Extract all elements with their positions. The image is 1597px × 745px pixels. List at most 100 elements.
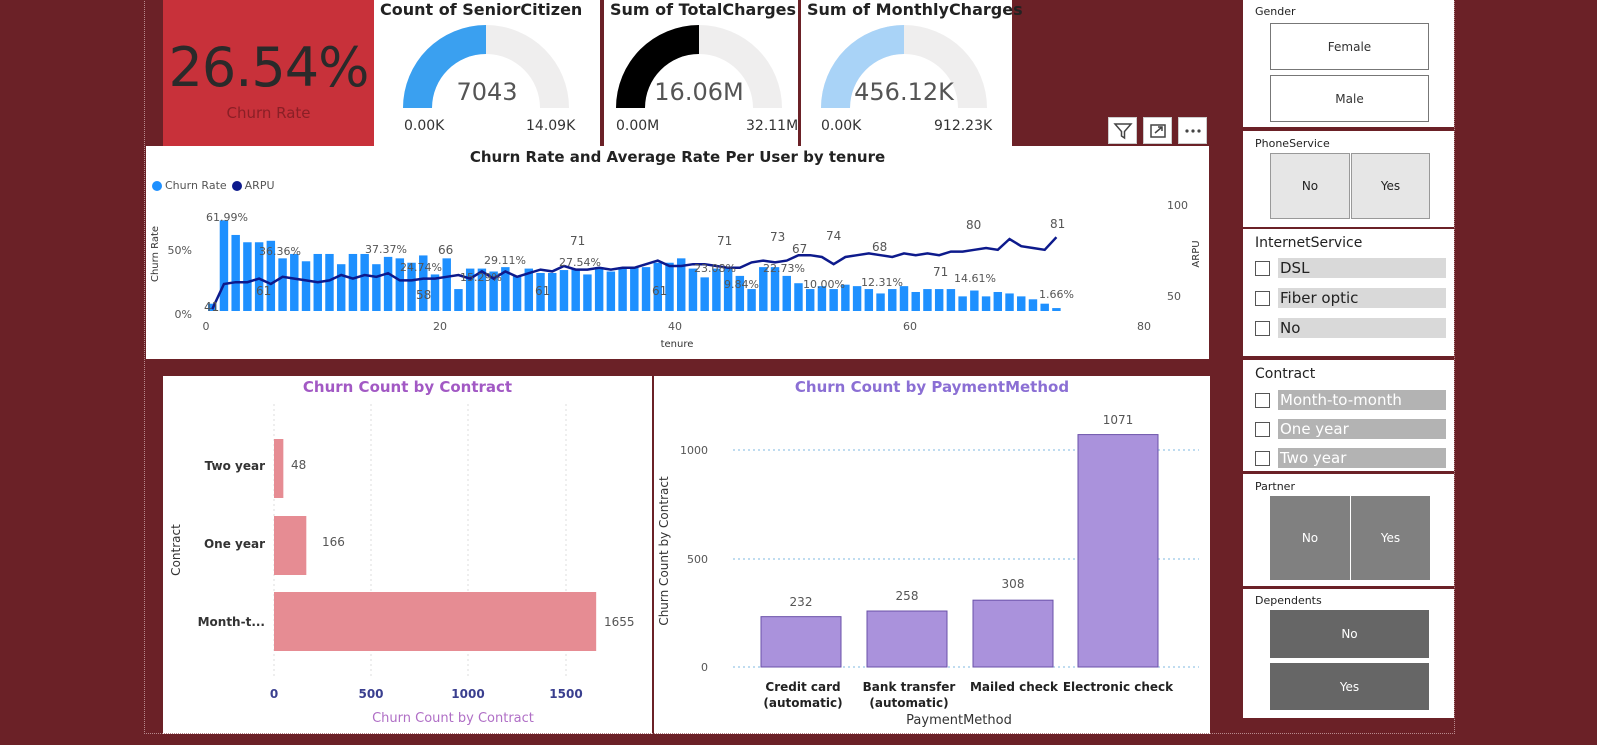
- churn-rate-bar[interactable]: [981, 296, 991, 311]
- internet-option-no[interactable]: No: [1255, 318, 1446, 338]
- x-tick: 1500: [549, 687, 582, 701]
- churn-rate-bar[interactable]: [794, 283, 803, 311]
- contract-bar[interactable]: [274, 439, 284, 498]
- churn-rate-bar[interactable]: [594, 267, 604, 311]
- churn-rate-bar[interactable]: [911, 291, 920, 311]
- bar-label: 14.61%: [954, 272, 996, 285]
- contract-slicer: Contract Month-to-month One year Two yea…: [1243, 360, 1454, 471]
- churn-rate-bar[interactable]: [430, 274, 440, 311]
- line-label: 58: [416, 288, 431, 302]
- churn-rate-bar[interactable]: [934, 289, 944, 311]
- payment-bar[interactable]: [866, 610, 948, 668]
- churn-rate-bar[interactable]: [325, 253, 334, 311]
- churn-rate-bar[interactable]: [336, 264, 346, 311]
- churn-rate-bar[interactable]: [993, 291, 1003, 311]
- churn-rate-bar[interactable]: [1017, 296, 1026, 311]
- churn-rate-bar[interactable]: [1040, 303, 1049, 311]
- churn-rate-bar[interactable]: [360, 253, 369, 311]
- churn-rate-bar[interactable]: [1005, 293, 1014, 311]
- churn-rate-bar[interactable]: [958, 296, 967, 311]
- more-options-icon[interactable]: [1178, 117, 1207, 144]
- churn-rate-bar[interactable]: [383, 256, 393, 311]
- churn-rate-bar[interactable]: [970, 290, 979, 311]
- data-label: 1071: [1103, 413, 1134, 427]
- churn-rate-bar[interactable]: [782, 275, 791, 311]
- contract-option-oneyear[interactable]: One year: [1255, 419, 1446, 439]
- churn-rate-bar[interactable]: [290, 253, 299, 311]
- checkbox[interactable]: [1255, 450, 1270, 466]
- focus-mode-icon[interactable]: [1143, 117, 1172, 144]
- x-axis-title: PaymentMethod: [906, 713, 1012, 728]
- churn-rate-bar[interactable]: [243, 242, 252, 311]
- checkbox[interactable]: [1255, 392, 1270, 408]
- churn-rate-bar[interactable]: [747, 289, 756, 311]
- churn-rate-bar[interactable]: [559, 270, 569, 311]
- x-axis-title: tenure: [661, 339, 694, 350]
- partner-option-yes[interactable]: Yes: [1351, 496, 1430, 580]
- churn-rate-bar[interactable]: [583, 274, 592, 311]
- churn-rate-bar[interactable]: [899, 286, 909, 311]
- checkbox[interactable]: [1255, 320, 1270, 336]
- payment-method-chart[interactable]: Churn Count by PaymentMethod Churn Count…: [654, 376, 1210, 734]
- dependents-option-no[interactable]: No: [1270, 610, 1429, 658]
- checkbox[interactable]: [1255, 260, 1270, 276]
- y-tick-right: 50: [1167, 290, 1181, 303]
- churn-rate-bar[interactable]: [641, 267, 651, 311]
- phone-option-yes[interactable]: Yes: [1351, 153, 1430, 219]
- line-label: 61: [256, 284, 271, 298]
- data-label: 1655: [604, 615, 635, 629]
- churn-rate-bar[interactable]: [219, 220, 229, 311]
- churn-rate-bar[interactable]: [888, 289, 897, 311]
- checkbox[interactable]: [1255, 290, 1270, 306]
- contract-bar[interactable]: [274, 592, 597, 651]
- churn-rate-bar[interactable]: [301, 261, 311, 311]
- churn-rate-bar[interactable]: [372, 264, 381, 311]
- churn-rate-bar[interactable]: [442, 258, 451, 311]
- x-tick: 0: [270, 687, 278, 701]
- payment-bar[interactable]: [1077, 434, 1159, 668]
- churn-rate-bar[interactable]: [1052, 308, 1061, 311]
- churn-rate-bar[interactable]: [231, 234, 240, 311]
- partner-option-no[interactable]: No: [1270, 496, 1350, 580]
- churn-rate-bar[interactable]: [829, 289, 838, 311]
- gauge-total-charges[interactable]: Sum of TotalCharges 16.06M 0.00M 32.11M: [604, 0, 798, 146]
- contract-option-month[interactable]: Month-to-month: [1255, 390, 1446, 410]
- phone-option-no[interactable]: No: [1270, 153, 1350, 219]
- churn-rate-bar[interactable]: [348, 253, 358, 311]
- churn-rate-bar[interactable]: [805, 289, 815, 311]
- churn-arpu-chart[interactable]: Churn Rate and Average Rate Per User by …: [146, 146, 1209, 359]
- contract-bar[interactable]: [274, 516, 307, 575]
- churn-rate-bar[interactable]: [571, 268, 580, 311]
- category-label: Month-t...: [198, 615, 265, 629]
- churn-rate-bar[interactable]: [1028, 299, 1038, 311]
- gauge-senior-citizen[interactable]: Count of SeniorCitizen 7043 0.00K 14.09K: [374, 0, 600, 146]
- dependents-option-yes[interactable]: Yes: [1270, 663, 1429, 710]
- churn-rate-bar[interactable]: [618, 267, 627, 311]
- contract-chart[interactable]: Churn Count by Contract Contract Two yea…: [163, 376, 652, 734]
- payment-bar[interactable]: [760, 616, 842, 668]
- churn-rate-card[interactable]: 26.54% Churn Rate: [163, 0, 374, 146]
- churn-rate-bar[interactable]: [630, 267, 639, 311]
- churn-rate-bar[interactable]: [876, 293, 885, 311]
- gender-option-female[interactable]: Female: [1270, 23, 1429, 70]
- filter-icon[interactable]: [1108, 117, 1137, 144]
- churn-rate-bar[interactable]: [278, 258, 287, 311]
- checkbox[interactable]: [1255, 421, 1270, 437]
- internet-option-dsl[interactable]: DSL: [1255, 258, 1446, 278]
- churn-rate-bar[interactable]: [923, 289, 932, 311]
- churn-rate-bar[interactable]: [512, 275, 522, 311]
- gauge-max: 912.23K: [934, 118, 993, 134]
- gender-option-male[interactable]: Male: [1270, 75, 1429, 122]
- churn-rate-bar[interactable]: [946, 289, 956, 311]
- bar-label: 9.84%: [724, 278, 759, 291]
- internet-option-fiber[interactable]: Fiber optic: [1255, 288, 1446, 308]
- churn-rate-bar[interactable]: [606, 271, 616, 311]
- gauge-monthly-charges[interactable]: Sum of MonthlyCharges 456.12K 0.00K 912.…: [801, 0, 1023, 146]
- x-axis-title: Churn Count by Contract: [372, 711, 534, 726]
- churn-rate-bar[interactable]: [700, 277, 709, 311]
- contract-option-twoyear[interactable]: Two year: [1255, 448, 1446, 468]
- payment-bar[interactable]: [972, 599, 1054, 668]
- churn-rate-bar[interactable]: [864, 289, 874, 311]
- churn-rate-bar[interactable]: [454, 289, 463, 311]
- churn-rate-bar[interactable]: [852, 286, 862, 311]
